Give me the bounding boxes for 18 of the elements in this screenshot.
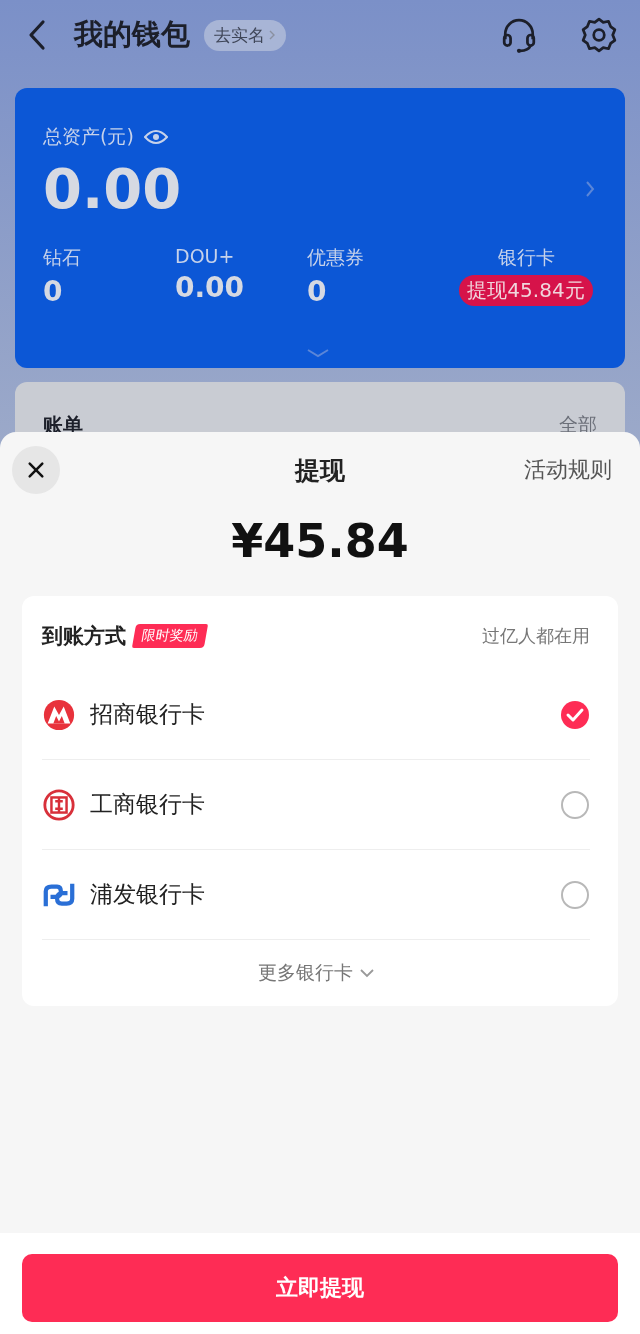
- asset-label: 银行卡: [497, 245, 555, 270]
- usage-note: 过亿人都在用: [482, 624, 590, 648]
- asset-label: 钻石: [43, 245, 82, 270]
- promo-tag: 限时奖励: [131, 624, 209, 648]
- asset-value: 0.00: [175, 271, 246, 304]
- bank-name: 招商银行卡: [90, 700, 205, 729]
- asset-value: 0: [307, 275, 328, 308]
- asset-label: DOU+: [175, 245, 236, 267]
- bank-name: 浦发银行卡: [90, 880, 205, 909]
- bank-name: 工商银行卡: [90, 790, 205, 819]
- page-title: 我的钱包: [74, 16, 190, 53]
- total-amount: 0.00: [43, 156, 182, 221]
- sheet-title: 提现: [295, 454, 345, 487]
- withdraw-amount: ¥45.84: [230, 514, 410, 568]
- asset-value: 0: [43, 275, 64, 308]
- assets-label: 总资产(元): [43, 124, 134, 149]
- method-title: 到账方式: [42, 623, 126, 650]
- asset-label: 优惠券: [307, 245, 365, 270]
